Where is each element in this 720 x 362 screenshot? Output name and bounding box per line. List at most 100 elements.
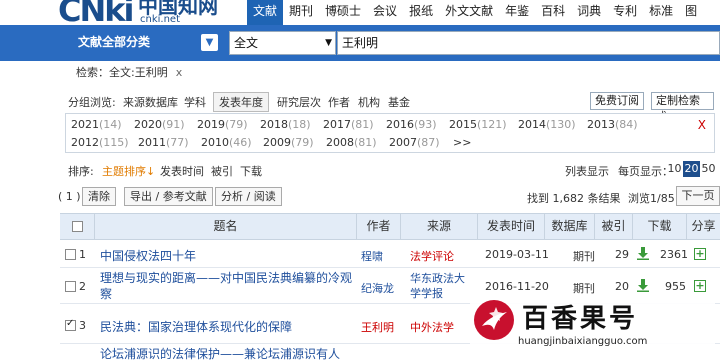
- per-page-20[interactable]: 20: [683, 161, 700, 177]
- result-count: 找到 1,682 条结果: [527, 192, 621, 205]
- filter-author[interactable]: 作者: [328, 94, 350, 110]
- header-cited[interactable]: 被引: [595, 214, 633, 239]
- tab-conference[interactable]: 会议: [367, 0, 403, 25]
- search-bar: 文献全部分类 ▼ 全文 ▼ 王利明: [0, 25, 720, 61]
- filter-institution[interactable]: 机构: [358, 94, 380, 110]
- tab-patent[interactable]: 专利: [607, 0, 643, 25]
- filter-fund[interactable]: 基金: [388, 94, 410, 110]
- download-icon[interactable]: [637, 247, 649, 260]
- row-author-link[interactable]: 纪海龙: [361, 280, 394, 296]
- more-years-link[interactable]: >>: [453, 136, 471, 149]
- dropdown-arrow-icon: ▼: [325, 38, 332, 48]
- header-date[interactable]: 发表时间: [478, 214, 545, 239]
- row-source-link[interactable]: 法学评论: [410, 248, 454, 264]
- filter-research-level[interactable]: 研究层次: [277, 94, 321, 110]
- row-cited[interactable]: 29: [615, 248, 629, 261]
- row-database: 期刊: [573, 282, 595, 295]
- close-icon[interactable]: X: [698, 118, 706, 132]
- row-checkbox[interactable]: [65, 249, 76, 260]
- year-link[interactable]: 2020(91): [134, 118, 185, 131]
- row-title-link[interactable]: 中国侵权法四十年: [100, 247, 196, 264]
- tab-foreign[interactable]: 外文文献: [439, 0, 499, 25]
- row-title-link[interactable]: 理想与现实的距离——对中国民法典编纂的冷观察: [100, 270, 358, 302]
- export-button[interactable]: 导出 / 参考文献: [124, 187, 213, 206]
- year-link[interactable]: 2009(79): [263, 136, 314, 149]
- select-all-checkbox[interactable]: [72, 221, 83, 232]
- row-checkbox[interactable]: [65, 318, 76, 331]
- share-plus-icon[interactable]: +: [694, 280, 706, 292]
- tab-standard[interactable]: 标准: [643, 0, 679, 25]
- sort-downloads[interactable]: 下载: [240, 163, 262, 179]
- header-database[interactable]: 数据库: [545, 214, 595, 239]
- sort-topic[interactable]: 主题排序↓: [102, 163, 155, 179]
- row-title-link[interactable]: 论坛浦源识的法律保护——兼论坛浦源识有人: [100, 345, 340, 362]
- year-link[interactable]: 2013(84): [587, 118, 638, 131]
- year-link[interactable]: 2008(81): [326, 136, 377, 149]
- row-downloads[interactable]: 955: [665, 280, 686, 293]
- download-icon[interactable]: [637, 279, 649, 292]
- row-title-link[interactable]: 民法典：国家治理体系现代化的保障: [100, 318, 292, 335]
- row-author-link[interactable]: 王利明: [361, 319, 394, 335]
- year-link[interactable]: 2018(18): [260, 118, 311, 131]
- year-link[interactable]: 2010(46): [201, 136, 252, 149]
- scope-label: 文献全部分类: [78, 35, 151, 49]
- scope-selector[interactable]: 文献全部分类 ▼: [64, 30, 222, 55]
- analyze-button[interactable]: 分析 / 阅读: [215, 187, 282, 206]
- crumb-item: 全文:王利明: [109, 66, 168, 79]
- row-date: 2019-03-11: [485, 248, 549, 261]
- tab-yearbook[interactable]: 年鉴: [499, 0, 535, 25]
- tab-literature[interactable]: 文献: [247, 0, 284, 25]
- field-value: 全文: [234, 36, 259, 50]
- header-share: 分享: [691, 219, 716, 233]
- results-table-header: 题名 作者 来源 发表时间 数据库 被引 下载 分享: [60, 213, 720, 240]
- year-link[interactable]: 2011(77): [138, 136, 189, 149]
- tab-newspaper[interactable]: 报纸: [403, 0, 439, 25]
- subscribe-button[interactable]: 免费订阅: [590, 92, 644, 110]
- row-checkbox[interactable]: [65, 281, 76, 292]
- filter-subject[interactable]: 学科: [184, 94, 206, 110]
- year-link[interactable]: 2012(115): [71, 136, 129, 149]
- header-title[interactable]: 题名: [95, 214, 357, 239]
- share-plus-icon[interactable]: +: [694, 248, 706, 260]
- year-link[interactable]: 2019(79): [197, 118, 248, 131]
- close-icon[interactable]: x: [176, 66, 183, 79]
- arrow-down-icon: ↓: [146, 165, 156, 178]
- tab-encyclopedia[interactable]: 百科: [535, 0, 571, 25]
- row-source-link[interactable]: 中外法学: [410, 319, 454, 335]
- clear-button[interactable]: 清除: [82, 187, 116, 206]
- tab-more[interactable]: 图: [679, 0, 703, 25]
- sort-cited[interactable]: 被引: [211, 163, 233, 179]
- filter-pub-year[interactable]: 发表年度: [213, 92, 269, 112]
- header-source[interactable]: 来源: [401, 214, 478, 239]
- tab-journal[interactable]: 期刊: [283, 0, 319, 25]
- row-author-link[interactable]: 程啸: [361, 248, 383, 264]
- cnki-logo[interactable]: CNki 中国知网 cnki.net: [58, 0, 243, 26]
- custom-search-button[interactable]: 定制检索式: [651, 92, 714, 123]
- tab-dictionary[interactable]: 词典: [571, 0, 607, 25]
- tab-thesis[interactable]: 博硕士: [319, 0, 367, 25]
- row-index: 3: [79, 319, 86, 332]
- table-row: 1 中国侵权法四十年 程啸 法学评论 2019-03-11 期刊 29 2361…: [60, 240, 720, 268]
- field-select[interactable]: 全文 ▼: [229, 31, 336, 55]
- year-link[interactable]: 2007(87): [389, 136, 440, 149]
- row-cited[interactable]: 20: [615, 280, 629, 293]
- chevron-down-icon[interactable]: ▼: [201, 34, 218, 51]
- year-link[interactable]: 2017(81): [323, 118, 374, 131]
- per-page-50[interactable]: 50: [700, 161, 717, 177]
- header-select-all[interactable]: [60, 214, 95, 239]
- sort-pub-date[interactable]: 发表时间: [160, 163, 204, 179]
- logo-brand: CNki: [58, 0, 135, 29]
- search-input[interactable]: 王利明: [337, 31, 720, 55]
- year-link[interactable]: 2016(93): [386, 118, 437, 131]
- list-view-toggle[interactable]: 列表显示: [565, 163, 609, 179]
- per-page-10[interactable]: 10: [666, 161, 683, 177]
- filter-source-db[interactable]: 来源数据库: [123, 94, 178, 110]
- header-author[interactable]: 作者: [357, 214, 401, 239]
- year-link[interactable]: 2015(121): [449, 118, 507, 131]
- next-page-button[interactable]: 下一页: [676, 186, 720, 206]
- row-downloads[interactable]: 2361: [660, 248, 688, 261]
- row-source-link[interactable]: 华东政法大学学报: [410, 271, 472, 301]
- header-downloads[interactable]: 下载: [633, 214, 687, 239]
- year-link[interactable]: 2014(130): [518, 118, 576, 131]
- year-link[interactable]: 2021(14): [71, 118, 122, 131]
